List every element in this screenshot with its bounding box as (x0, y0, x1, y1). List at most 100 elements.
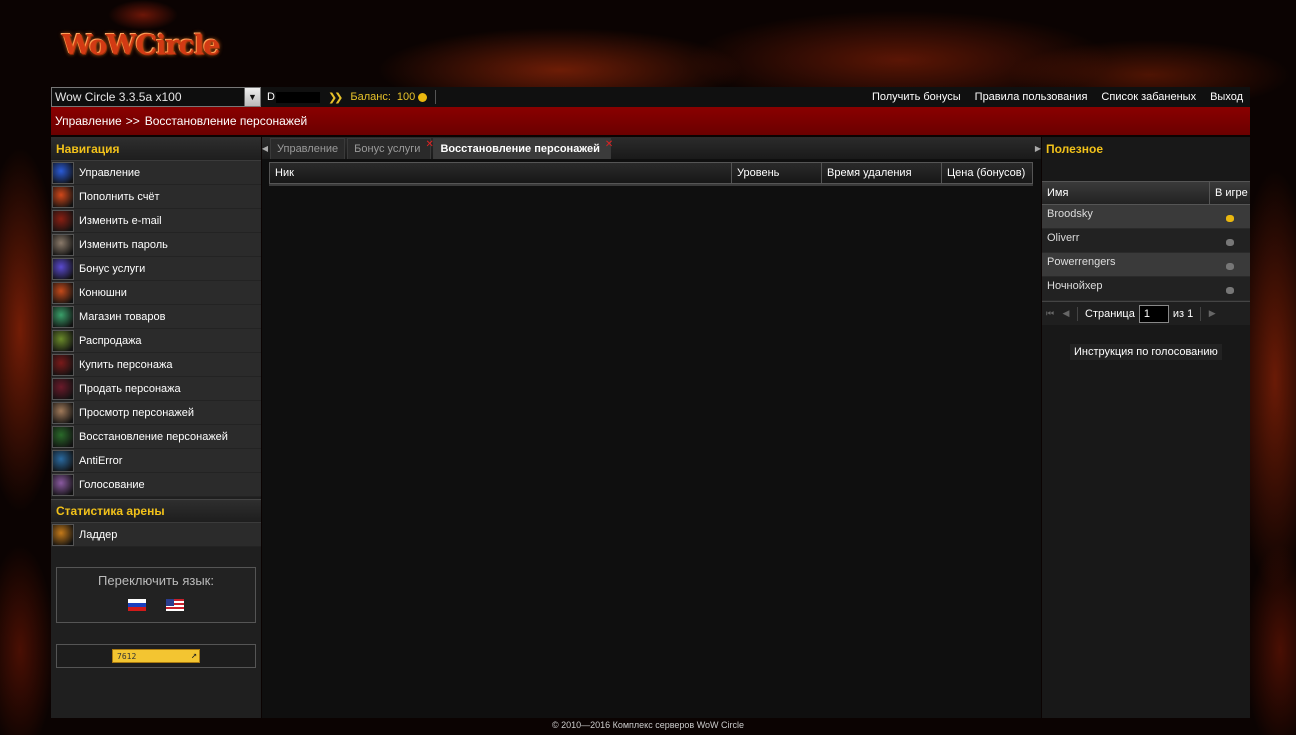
breadcrumb-root[interactable]: Управление (55, 114, 122, 128)
sidebar-item-nav-10[interactable]: Просмотр персонажей (51, 401, 261, 425)
prev-page-icon[interactable]: ◀ (1058, 308, 1074, 319)
right-sidebar: Полезное Имя В игре Broodsky Oliverr Power… (1042, 137, 1250, 718)
link-logout[interactable]: Выход (1203, 91, 1250, 103)
breadcrumb-current: Восстановление персонажей (144, 114, 308, 128)
table-row[interactable]: Oliverr (1042, 229, 1250, 253)
page-of-label: из 1 (1172, 307, 1194, 320)
sidebar-item-label: Управление (79, 166, 141, 179)
close-icon[interactable]: ✕ (605, 140, 614, 150)
column-price[interactable]: Цена (бонусов) (942, 163, 1032, 183)
sidebar-item-nav-13[interactable]: Голосование (51, 473, 261, 497)
dragon-icon (108, 0, 178, 30)
page-input[interactable] (1138, 304, 1169, 323)
link-banned-list[interactable]: Список забаненых (1094, 91, 1203, 103)
player-name: Oliverr (1047, 231, 1080, 244)
tab-0[interactable]: Управление (270, 138, 346, 159)
tab-scroll-left-icon[interactable]: ◀ (262, 140, 268, 156)
sidebar-item-nav-12[interactable]: AntiError (51, 449, 261, 473)
table-row[interactable]: Ночнойхер (1042, 277, 1250, 301)
sidebar-item-nav-9[interactable]: Продать персонажа (51, 377, 261, 401)
column-deleted-time[interactable]: Время удаления (822, 163, 942, 183)
sword-icon (52, 257, 74, 280)
nav-list: Управление Пополнить счёт Изменить e-mail И… (51, 161, 261, 497)
column-name[interactable]: Имя (1042, 182, 1210, 204)
tab-1[interactable]: Бонус услуги ✕ (347, 138, 434, 159)
sidebar-item-nav-6[interactable]: Магазин товаров (51, 305, 261, 329)
tab-label: Бонус услуги (354, 143, 421, 155)
useful-title: Полезное (1046, 142, 1104, 156)
orb-icon (52, 305, 74, 328)
sidebar-item-label: Ладдер (79, 528, 118, 541)
top-bar: Wow Circle 3.3.5a x100 ▼ D ❯❯ Баланс: 10… (51, 87, 1250, 107)
sidebar-item-label: Восстановление персонажей (79, 430, 228, 443)
page-label: Страница (1085, 307, 1135, 320)
sidebar-item-nav-1[interactable]: Пополнить счёт (51, 185, 261, 209)
visit-counter[interactable]: 7612 ↗ (112, 649, 200, 663)
player-name: Powerrengers (1047, 255, 1116, 268)
language-switcher: Переключить язык: (56, 567, 256, 623)
sidebar-item-nav-5[interactable]: Конюшни (51, 281, 261, 305)
site-logo[interactable]: WoWCircle (62, 30, 242, 70)
breadcrumb-separator: >> (125, 114, 140, 128)
arena-list: Ладдер (51, 523, 261, 547)
status-cell (1210, 287, 1250, 294)
sidebar-item-label: Магазин товаров (79, 310, 166, 323)
rune-icon (52, 425, 74, 448)
trophy-icon (52, 523, 74, 546)
demon-icon (52, 353, 74, 376)
sidebar-item-arena-0[interactable]: Ладдер (51, 523, 261, 547)
face-icon (52, 233, 74, 256)
main-content: ◀ Управление Бонус услуги ✕ Восстановление … (262, 137, 1041, 718)
sidebar-item-nav-3[interactable]: Изменить пароль (51, 233, 261, 257)
balance-value: 100 (396, 91, 416, 103)
online-grid-rows: Broodsky Oliverr Powerrengers Ночнойхер (1042, 205, 1250, 301)
sidebar-item-label: Изменить пароль (79, 238, 168, 251)
divider (1200, 306, 1202, 321)
sidebar-item-nav-4[interactable]: Бонус услуги (51, 257, 261, 281)
vote-instruction-button[interactable]: Инструкция по голосованию (1070, 344, 1222, 360)
offline-status-icon (1226, 287, 1234, 294)
sidebar-item-nav-8[interactable]: Купить персонажа (51, 353, 261, 377)
sidebar-item-nav-7[interactable]: Распродажа (51, 329, 261, 353)
online-grid: Имя В игре Broodsky Oliverr Powerrengers Но… (1042, 181, 1250, 301)
horse-icon (52, 281, 74, 304)
demon2-icon (52, 377, 74, 400)
next-page-icon[interactable]: ▶ (1204, 308, 1220, 319)
sidebar-item-nav-0[interactable]: Управление (51, 161, 261, 185)
link-get-bonuses[interactable]: Получить бонусы (865, 91, 968, 103)
divider (1077, 306, 1078, 321)
table-row[interactable]: Broodsky (1042, 205, 1250, 229)
tab-scroll-right-icon[interactable]: ▶ (1035, 140, 1041, 156)
column-nick[interactable]: Ник (270, 163, 732, 183)
flame-icon (52, 209, 74, 232)
column-in-game[interactable]: В игре (1210, 182, 1250, 204)
realm-select[interactable]: Wow Circle 3.3.5a x100 ▼ (51, 87, 261, 107)
flag-us-icon[interactable] (166, 599, 184, 611)
cross-icon (52, 473, 74, 496)
sidebar-item-label: AntiError (79, 454, 123, 467)
column-level[interactable]: Уровень (732, 163, 822, 183)
vortex-icon (52, 449, 74, 472)
table-row[interactable]: Powerrengers (1042, 253, 1250, 277)
fire-icon (52, 185, 74, 208)
tabs: Управление Бонус услуги ✕ Восстановление пе… (270, 138, 613, 159)
status-cell (1210, 263, 1250, 270)
flag-ru-icon[interactable] (128, 599, 146, 611)
sidebar-item-label: Просмотр персонажей (79, 406, 195, 419)
arena-title: Статистика арены (51, 499, 261, 523)
chevron-down-icon[interactable]: ▼ (244, 88, 260, 106)
first-page-icon[interactable]: ⏮ (1042, 308, 1058, 319)
dwarf-icon (52, 401, 74, 424)
sidebar-item-nav-11[interactable]: Восстановление персонажей (51, 425, 261, 449)
player-name: Broodsky (1047, 207, 1093, 220)
tab-2[interactable]: Восстановление персонажей ✕ (433, 138, 613, 159)
online-grid-header: Имя В игре (1042, 181, 1250, 205)
divider (435, 90, 437, 104)
link-rules[interactable]: Правила пользования (968, 91, 1095, 103)
language-title: Переключить язык: (98, 573, 214, 588)
sidebar-item-nav-2[interactable]: Изменить e-mail (51, 209, 261, 233)
sidebar-item-label: Бонус услуги (79, 262, 146, 275)
tab-bar: ◀ Управление Бонус услуги ✕ Восстановление … (262, 137, 1041, 159)
tree-icon (52, 329, 74, 352)
sidebar-item-label: Купить персонажа (79, 358, 173, 371)
